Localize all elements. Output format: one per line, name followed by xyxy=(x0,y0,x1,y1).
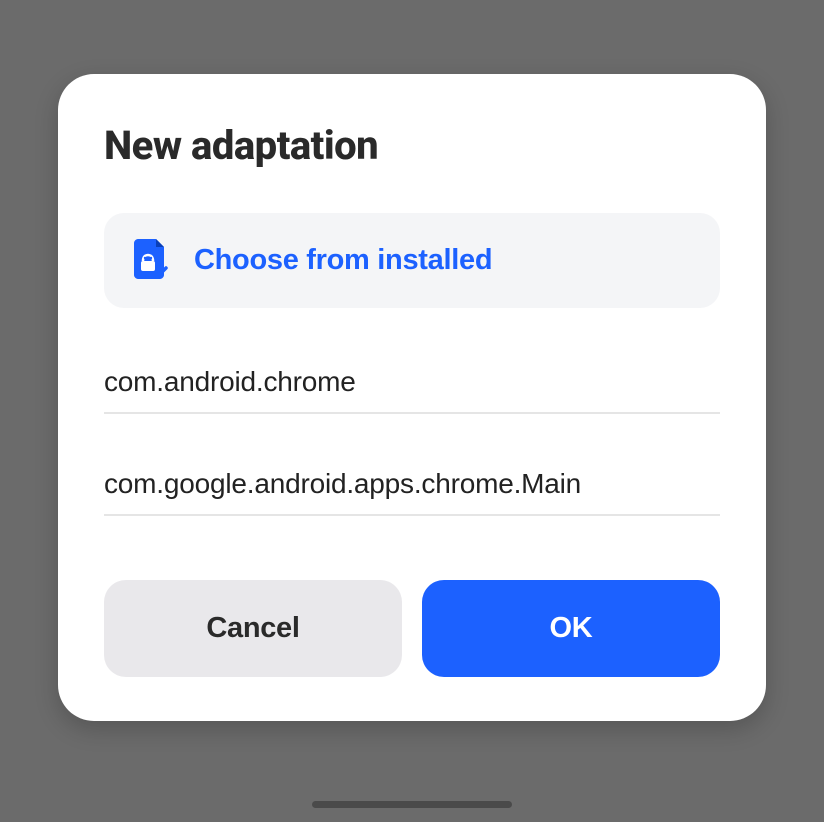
apk-download-icon xyxy=(132,239,168,282)
choose-from-installed-label: Choose from installed xyxy=(194,244,492,277)
choose-from-installed-button[interactable]: Choose from installed xyxy=(104,213,720,308)
cancel-button[interactable]: Cancel xyxy=(104,580,402,677)
ok-button[interactable]: OK xyxy=(422,580,720,677)
package-name-input[interactable] xyxy=(104,350,720,414)
new-adaptation-dialog: New adaptation Choose from installed Can… xyxy=(58,74,766,721)
home-indicator[interactable] xyxy=(312,801,512,808)
activity-name-input[interactable] xyxy=(104,452,720,516)
dialog-button-row: Cancel OK xyxy=(104,580,720,677)
dialog-title: New adaptation xyxy=(104,122,720,169)
